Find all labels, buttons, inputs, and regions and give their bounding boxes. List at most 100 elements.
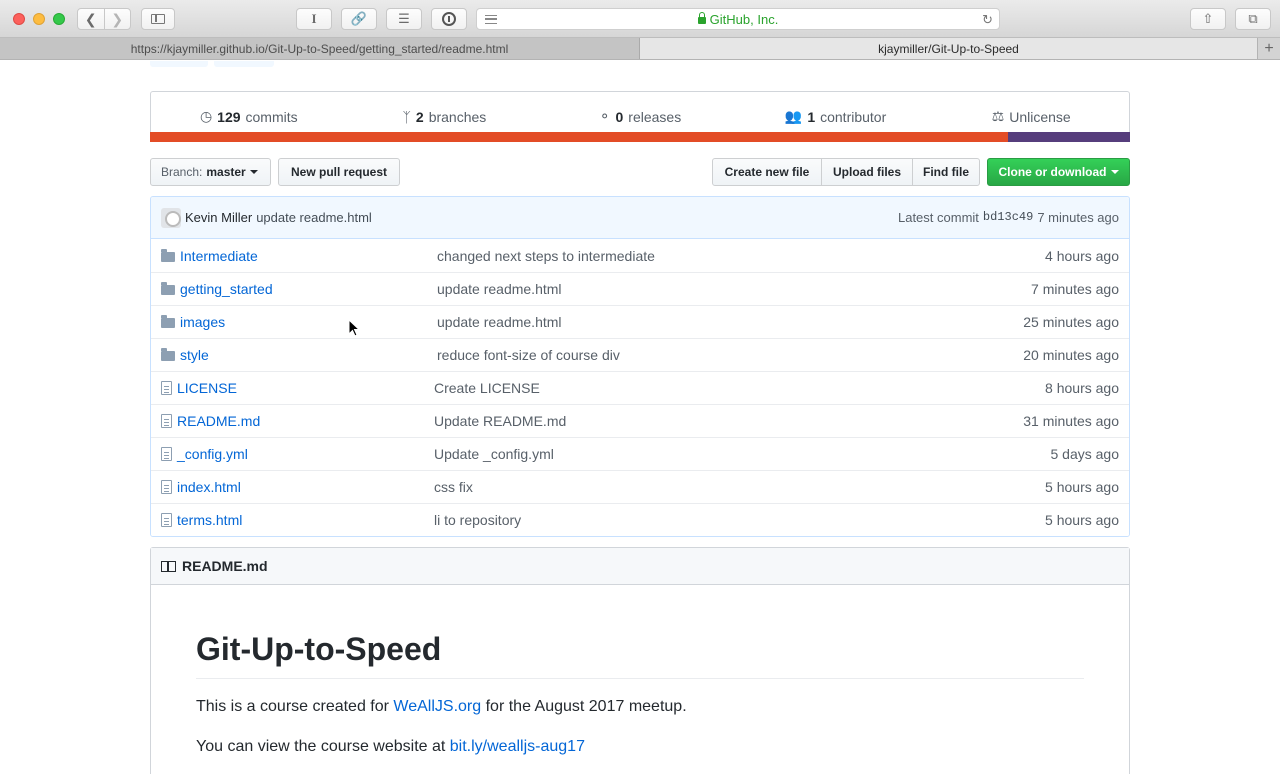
file-navigation: Branch: master New pull request Create n…	[150, 158, 1130, 186]
tab-repository[interactable]: kjaymiller/Git-Up-to-Speed	[640, 38, 1257, 59]
table-row: images update readme.html 25 minutes ago	[151, 305, 1129, 338]
file-commit-message-link[interactable]: update readme.html	[437, 281, 1031, 297]
language-segment-html	[150, 132, 1008, 142]
link-extension-button[interactable]: 🔗	[341, 8, 377, 30]
site-name: GitHub, Inc.	[709, 11, 779, 27]
file-commit-message-link[interactable]: reduce font-size of course div	[437, 347, 1023, 363]
folder-icon	[161, 248, 175, 262]
file-commit-message-link[interactable]: li to repository	[434, 512, 1045, 528]
readme-paragraph: This is a course created for WeAllJS.org…	[196, 695, 1084, 719]
tab-label: https://kjaymiller.github.io/Git-Up-to-S…	[130, 41, 509, 56]
branch-label: Branch:	[161, 165, 203, 179]
file-icon	[161, 480, 172, 494]
caret-down-icon	[249, 170, 258, 174]
file-name-link[interactable]: LICENSE	[177, 380, 434, 396]
password-manager-button[interactable]	[431, 8, 467, 30]
back-icon[interactable]: ❮	[78, 9, 104, 29]
topic-tag[interactable]	[214, 61, 274, 67]
file-commit-message-link[interactable]: changed next steps to intermediate	[437, 248, 1045, 264]
table-row: getting_started update readme.html 7 minut…	[151, 272, 1129, 305]
file-name-link[interactable]: images	[180, 314, 437, 330]
folder-icon	[161, 348, 175, 361]
contributors-count: 1	[807, 108, 816, 125]
tag-icon: ⚬	[598, 108, 611, 124]
file-commit-message-link[interactable]: Update README.md	[434, 413, 1023, 429]
create-new-file-button[interactable]: Create new file	[712, 158, 822, 186]
password-icon	[442, 12, 456, 26]
mouse-cursor-icon	[348, 319, 361, 337]
file-commit-message-link[interactable]: update readme.html	[437, 314, 1023, 330]
commit-sha-link[interactable]: bd13c49	[983, 210, 1033, 225]
file-commit-message-link[interactable]: Create LICENSE	[434, 380, 1045, 396]
layers-extension-button[interactable]: ☰	[386, 8, 422, 30]
new-tab-button[interactable]: +	[1257, 38, 1280, 59]
address-bar[interactable]: GitHub, Inc. ↻	[476, 8, 1000, 30]
caret-down-icon	[1110, 170, 1119, 174]
minimize-window-button[interactable]	[33, 13, 45, 25]
file-name-link[interactable]: terms.html	[177, 512, 434, 528]
repository-page: ◷ 129 commits ᛉ 2 branches ⚬ 0 releases …	[0, 61, 1280, 774]
back-forward-group: ❮ ❯	[77, 8, 131, 30]
upload-files-button[interactable]: Upload files	[821, 158, 913, 186]
file-rows: Intermediate changed next steps to interm…	[151, 239, 1129, 536]
file-commit-message-link[interactable]: css fix	[434, 479, 1045, 495]
branch-name: master	[206, 165, 246, 179]
commit-author[interactable]: Kevin Miller	[185, 210, 252, 225]
reader-icon[interactable]	[485, 15, 497, 24]
readme-text: for the August 2017 meetup.	[481, 698, 687, 715]
layers-icon: ☰	[398, 11, 410, 26]
readme-header: README.md	[151, 548, 1129, 585]
file-name-link[interactable]: README.md	[177, 413, 434, 429]
language-segment-css	[1007, 132, 1130, 142]
language-bar[interactable]	[150, 132, 1130, 142]
file-name-link[interactable]: style	[180, 347, 437, 363]
commit-message[interactable]: update readme.html	[256, 210, 372, 225]
reload-icon[interactable]: ↻	[982, 12, 993, 28]
readme-filename: README.md	[182, 558, 268, 574]
wealljs-link[interactable]: WeAllJS.org	[393, 698, 481, 715]
readme-text: This is a course created for	[196, 698, 394, 715]
share-button[interactable]: ⇧	[1190, 8, 1226, 30]
new-pull-request-button[interactable]: New pull request	[278, 158, 400, 186]
table-row: _config.yml Update _config.yml 5 days ago	[151, 437, 1129, 470]
table-row: LICENSE Create LICENSE 8 hours ago	[151, 371, 1129, 404]
file-name-link[interactable]: _config.yml	[177, 446, 434, 462]
tab-course-website[interactable]: https://kjaymiller.github.io/Git-Up-to-S…	[0, 38, 640, 59]
file-age: 4 hours ago	[1045, 247, 1119, 264]
file-name-link[interactable]: Intermediate	[180, 248, 437, 264]
history-icon: ◷	[199, 108, 213, 124]
file-name-link[interactable]: index.html	[177, 479, 434, 495]
people-icon: 👥	[784, 108, 803, 124]
branches-label: branches	[428, 108, 487, 125]
avatar[interactable]	[161, 207, 181, 228]
close-window-button[interactable]	[13, 13, 25, 25]
course-website-link[interactable]: bit.ly/wealljs-aug17	[450, 738, 585, 755]
file-age: 31 minutes ago	[1023, 413, 1119, 429]
file-icon	[161, 381, 172, 395]
readme-title: Git-Up-to-Speed	[196, 631, 1084, 679]
show-tabs-button[interactable]: ⧉	[1235, 8, 1271, 30]
forward-icon[interactable]: ❯	[103, 9, 131, 29]
file-age: 5 days ago	[1050, 446, 1120, 462]
table-row: Intermediate changed next steps to interm…	[151, 239, 1129, 272]
branch-select-button[interactable]: Branch: master	[150, 158, 271, 186]
latest-commit-bar: Kevin Miller update readme.html Latest c…	[151, 197, 1129, 239]
topic-tag[interactable]	[150, 61, 208, 67]
zoom-window-button[interactable]	[53, 13, 65, 25]
contributors-label: contributor	[820, 108, 887, 125]
link-icon: 🔗	[350, 11, 368, 26]
find-file-button[interactable]: Find file	[912, 158, 980, 186]
file-age: 7 minutes ago	[1031, 281, 1119, 297]
lock-icon	[697, 12, 706, 24]
browser-toolbar: ❮ ❯ I 🔗 ☰ GitHub, Inc. ↻ ⇧ ⧉	[0, 0, 1280, 38]
sidebar-toggle-button[interactable]	[141, 8, 175, 30]
tab-label: kjaymiller/Git-Up-to-Speed	[878, 41, 1019, 56]
file-commit-message-link[interactable]: Update _config.yml	[434, 446, 1051, 462]
text-cursor-extension-button[interactable]: I	[296, 8, 332, 30]
file-age: 5 hours ago	[1045, 479, 1119, 495]
latest-commit-label: Latest commit	[897, 210, 979, 225]
releases-count: 0	[615, 108, 624, 125]
book-icon	[161, 560, 176, 572]
clone-or-download-button[interactable]: Clone or download	[987, 158, 1130, 186]
file-name-link[interactable]: getting_started	[180, 281, 437, 297]
